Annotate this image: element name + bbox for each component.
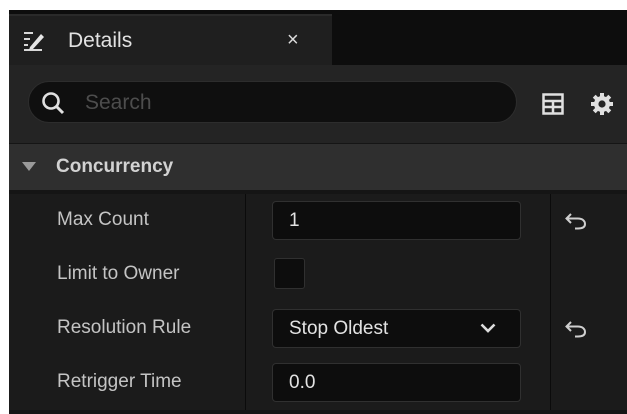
search-icon <box>42 92 65 115</box>
details-tab[interactable]: Details × <box>9 14 332 67</box>
column-divider <box>245 356 246 410</box>
column-divider <box>245 194 246 248</box>
column-divider <box>550 302 551 356</box>
property-label: Retrigger Time <box>57 371 182 392</box>
limit-to-owner-checkbox[interactable] <box>274 258 305 289</box>
retrigger-time-value: 0.0 <box>289 372 316 393</box>
property-label: Resolution Rule <box>57 317 192 338</box>
column-divider <box>550 194 551 248</box>
section-header-concurrency[interactable]: Concurrency <box>9 144 627 190</box>
table-view-icon[interactable] <box>542 93 564 115</box>
section-title: Concurrency <box>56 156 174 177</box>
tab-title: Details <box>68 29 133 52</box>
reset-to-default-icon[interactable] <box>565 320 587 338</box>
resolution-rule-dropdown[interactable]: Stop Oldest <box>272 309 521 348</box>
column-divider <box>245 302 246 356</box>
column-divider <box>245 248 246 302</box>
chevron-down-icon <box>480 323 496 333</box>
property-row-resolution-rule: Resolution Rule Stop Oldest <box>9 302 627 356</box>
max-count-value: 1 <box>289 210 300 231</box>
details-toolbar <box>9 65 627 143</box>
close-icon[interactable]: × <box>287 28 299 52</box>
search-box[interactable] <box>28 81 517 124</box>
search-input[interactable] <box>83 82 507 124</box>
reset-to-default-icon[interactable] <box>565 212 587 230</box>
column-divider <box>550 356 551 410</box>
property-row-max-count: Max Count 1 <box>9 194 627 248</box>
max-count-input[interactable]: 1 <box>272 201 521 240</box>
property-row-limit-to-owner: Limit to Owner <box>9 248 627 302</box>
details-edit-icon <box>24 32 44 51</box>
collapse-arrow-icon <box>22 162 36 171</box>
retrigger-time-input[interactable]: 0.0 <box>272 363 521 402</box>
property-row-retrigger-time: Retrigger Time 0.0 <box>9 356 627 410</box>
tab-bar: Details × <box>9 10 627 67</box>
column-divider <box>550 248 551 302</box>
gear-icon[interactable] <box>590 92 614 116</box>
property-label: Limit to Owner <box>57 263 180 284</box>
property-label: Max Count <box>57 209 149 230</box>
details-panel: Details × Search Concurrency Max Count 1… <box>9 10 627 414</box>
resolution-rule-value: Stop Oldest <box>289 318 389 339</box>
